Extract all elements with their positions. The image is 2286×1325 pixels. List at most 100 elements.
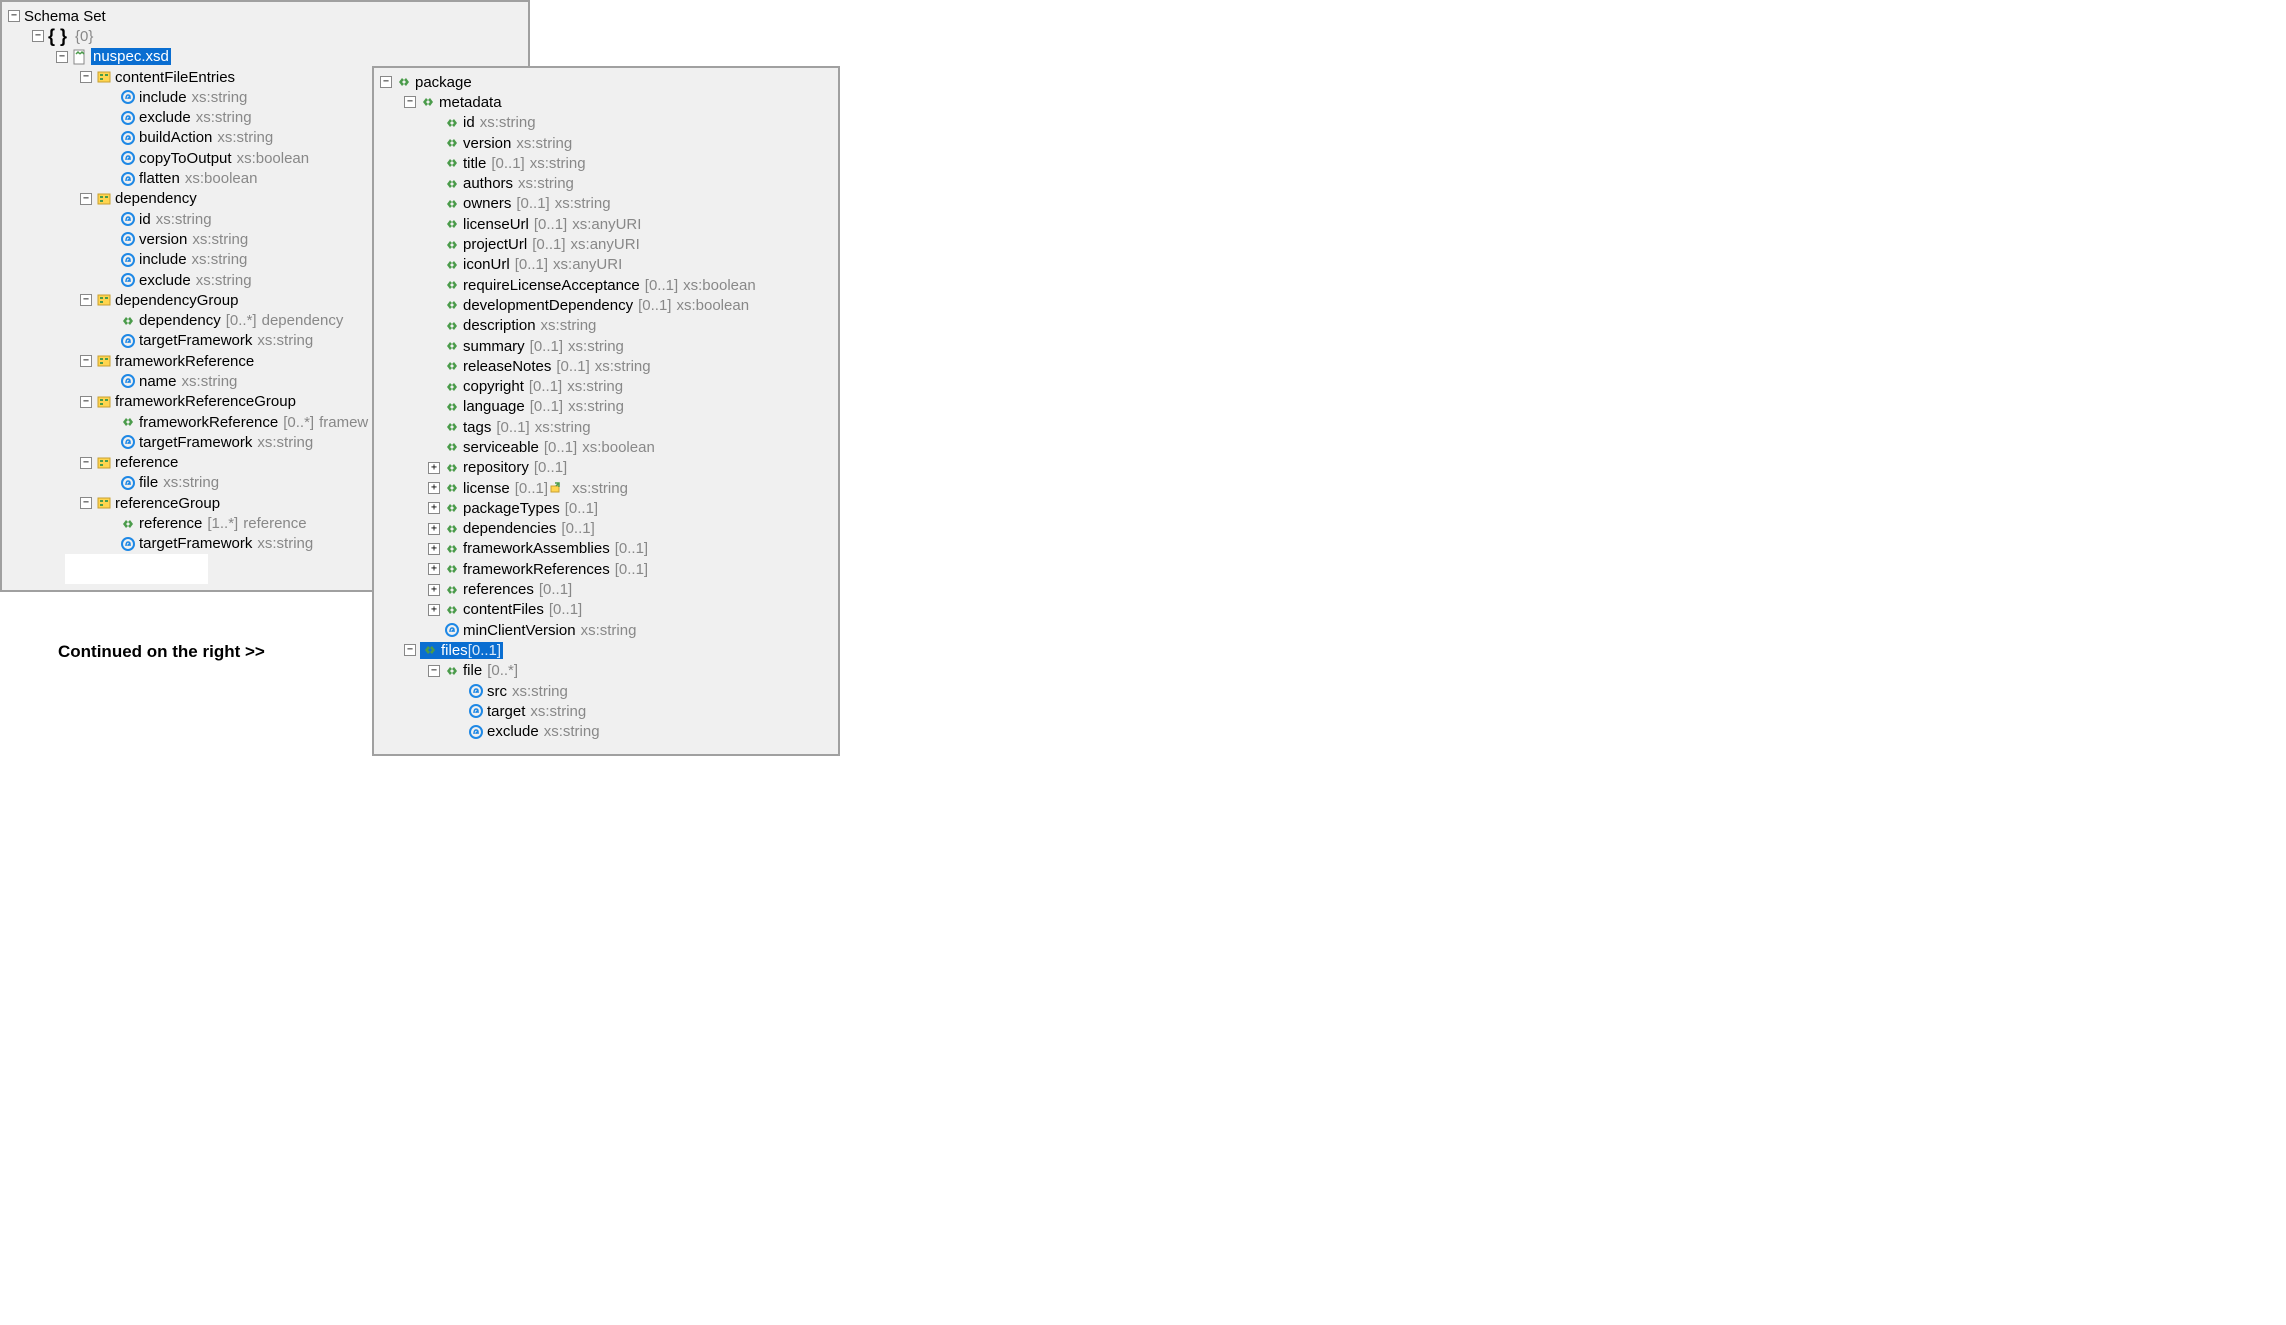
tree-node[interactable]: owners[0..1]xs:string bbox=[374, 194, 838, 214]
member-label: iconUrl bbox=[463, 256, 510, 273]
expand-icon[interactable]: + bbox=[428, 563, 440, 575]
tree-node[interactable]: −package bbox=[374, 72, 838, 92]
tree-node[interactable]: summary[0..1]xs:string bbox=[374, 336, 838, 356]
tree-node[interactable]: +contentFiles[0..1] bbox=[374, 600, 838, 620]
collapse-icon[interactable]: − bbox=[80, 355, 92, 367]
tree-node[interactable]: copyright[0..1]xs:string bbox=[374, 376, 838, 396]
cardinality: [0..1] bbox=[530, 398, 563, 415]
member-label: license bbox=[463, 480, 510, 497]
element-icon bbox=[444, 176, 460, 192]
collapse-icon[interactable]: − bbox=[428, 665, 440, 677]
element-icon bbox=[444, 460, 460, 476]
attribute-icon bbox=[444, 622, 460, 638]
tree-node[interactable]: +frameworkAssemblies[0..1] bbox=[374, 539, 838, 559]
collapse-icon[interactable]: − bbox=[80, 71, 92, 83]
tree-node[interactable]: srcxs:string bbox=[374, 681, 838, 701]
tree-node[interactable]: tags[0..1]xs:string bbox=[374, 417, 838, 437]
cardinality: [0..1] bbox=[516, 195, 549, 212]
tree-node[interactable]: language[0..1]xs:string bbox=[374, 397, 838, 417]
type-annotation: xs:boolean bbox=[683, 277, 756, 294]
tree-node[interactable]: versionxs:string bbox=[374, 133, 838, 153]
cardinality: [0..1] bbox=[532, 236, 565, 253]
tree-node[interactable]: descriptionxs:string bbox=[374, 316, 838, 336]
member-label: targetFramework bbox=[139, 332, 252, 349]
member-label: targetFramework bbox=[139, 535, 252, 552]
member-label: exclude bbox=[139, 109, 191, 126]
expand-icon[interactable]: + bbox=[428, 523, 440, 535]
cardinality: [0..1] bbox=[534, 459, 567, 476]
tree-node[interactable]: developmentDependency[0..1]xs:boolean bbox=[374, 295, 838, 315]
type-annotation: xs:string bbox=[530, 155, 586, 172]
element-icon bbox=[444, 439, 460, 455]
tree-node[interactable]: +frameworkReferences[0..1] bbox=[374, 559, 838, 579]
type-annotation: xs:string bbox=[196, 109, 252, 126]
type-annotation: xs:boolean bbox=[582, 439, 655, 456]
type-label: dependencyGroup bbox=[115, 292, 238, 309]
element-icon bbox=[444, 561, 460, 577]
collapse-icon[interactable]: − bbox=[380, 76, 392, 88]
tree-node[interactable]: +license[0..1]xs:string bbox=[374, 478, 838, 498]
element-icon bbox=[444, 216, 460, 232]
expand-icon[interactable]: + bbox=[428, 462, 440, 474]
cardinality: [1..*] bbox=[207, 515, 238, 532]
tree-node[interactable]: idxs:string bbox=[374, 113, 838, 133]
member-label: summary bbox=[463, 338, 525, 355]
collapse-icon[interactable]: − bbox=[80, 396, 92, 408]
collapse-icon[interactable]: − bbox=[80, 193, 92, 205]
collapse-icon[interactable]: − bbox=[32, 30, 44, 42]
expand-icon[interactable]: + bbox=[428, 543, 440, 555]
collapse-icon[interactable]: − bbox=[80, 497, 92, 509]
tree-node[interactable]: −file[0..*] bbox=[374, 661, 838, 681]
member-label: frameworkAssemblies bbox=[463, 540, 610, 557]
tree-node[interactable]: minClientVersionxs:string bbox=[374, 620, 838, 640]
tree-node[interactable]: −Schema Set bbox=[2, 6, 528, 26]
expand-icon[interactable]: + bbox=[428, 584, 440, 596]
tree-node[interactable]: releaseNotes[0..1]xs:string bbox=[374, 356, 838, 376]
collapse-icon[interactable]: − bbox=[56, 51, 68, 63]
tree-node[interactable]: authorsxs:string bbox=[374, 173, 838, 193]
tree-node[interactable]: −nuspec.xsd bbox=[2, 47, 528, 67]
tree-node[interactable]: title[0..1]xs:string bbox=[374, 153, 838, 173]
tree-node[interactable]: −{ }{0} bbox=[2, 26, 528, 46]
element-icon bbox=[444, 602, 460, 618]
member-label: releaseNotes bbox=[463, 358, 551, 375]
complextype-icon bbox=[96, 495, 112, 511]
tree-node[interactable]: +repository[0..1] bbox=[374, 458, 838, 478]
tree-node[interactable]: +dependencies[0..1] bbox=[374, 519, 838, 539]
collapse-icon[interactable]: − bbox=[404, 96, 416, 108]
collapse-icon[interactable]: − bbox=[80, 294, 92, 306]
tree-node[interactable]: −metadata bbox=[374, 92, 838, 112]
complextype-icon bbox=[96, 394, 112, 410]
attribute-icon bbox=[120, 171, 136, 187]
type-annotation: xs:string bbox=[516, 135, 572, 152]
package-panel: −package−metadataidxs:stringversionxs:st… bbox=[372, 66, 840, 756]
type-annotation: xs:string bbox=[544, 723, 600, 740]
cardinality: [0..1] bbox=[645, 277, 678, 294]
tree-node[interactable]: −files [0..1] bbox=[374, 640, 838, 660]
collapse-icon[interactable]: − bbox=[404, 644, 416, 656]
tree-node[interactable]: excludexs:string bbox=[374, 722, 838, 742]
type-annotation: xs:string bbox=[595, 358, 651, 375]
expand-icon[interactable]: + bbox=[428, 502, 440, 514]
tree-node[interactable]: +packageTypes[0..1] bbox=[374, 498, 838, 518]
member-label: licenseUrl bbox=[463, 216, 529, 233]
tree-node[interactable]: +references[0..1] bbox=[374, 579, 838, 599]
white-box bbox=[65, 554, 208, 584]
tree-node[interactable]: requireLicenseAcceptance[0..1]xs:boolean bbox=[374, 275, 838, 295]
namespace-icon: { } bbox=[48, 26, 67, 47]
element-icon bbox=[120, 313, 136, 329]
cardinality: [0..1] bbox=[544, 439, 577, 456]
expand-icon[interactable]: + bbox=[428, 482, 440, 494]
element-icon bbox=[444, 196, 460, 212]
tree-node[interactable]: targetxs:string bbox=[374, 701, 838, 721]
collapse-icon[interactable]: − bbox=[8, 10, 20, 22]
member-label: packageTypes bbox=[463, 500, 560, 517]
tree-node[interactable]: serviceable [0..1] xs:boolean bbox=[374, 437, 838, 457]
tree-node[interactable]: projectUrl[0..1]xs:anyURI bbox=[374, 234, 838, 254]
tree-node[interactable]: licenseUrl[0..1]xs:anyURI bbox=[374, 214, 838, 234]
member-label: serviceable bbox=[463, 439, 539, 456]
tree-node[interactable]: iconUrl[0..1]xs:anyURI bbox=[374, 255, 838, 275]
member-label: include bbox=[139, 251, 187, 268]
collapse-icon[interactable]: − bbox=[80, 457, 92, 469]
expand-icon[interactable]: + bbox=[428, 604, 440, 616]
